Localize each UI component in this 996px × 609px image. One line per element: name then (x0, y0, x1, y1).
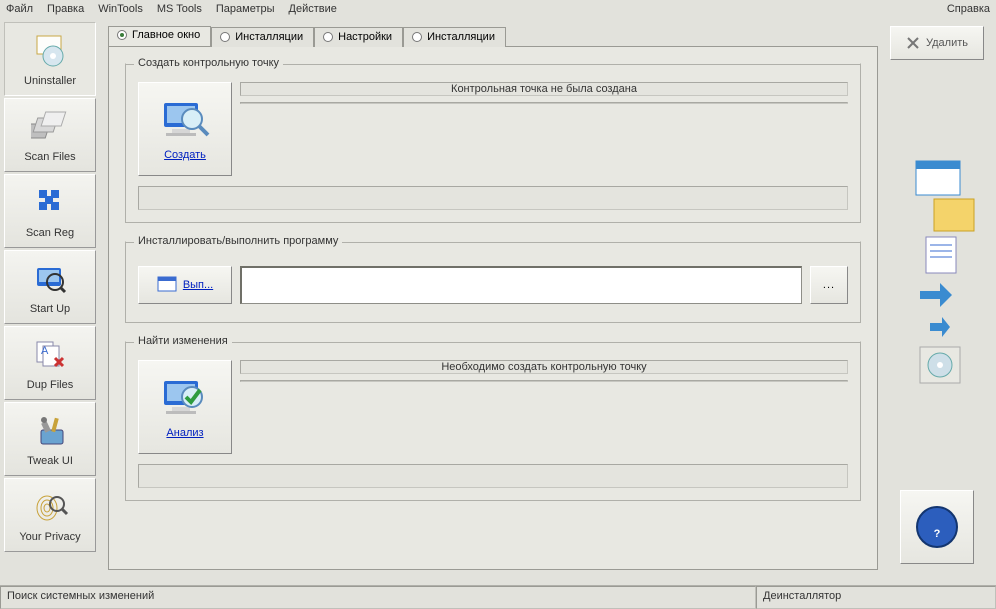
restorepoint-extra (138, 186, 848, 210)
privacy-icon (30, 487, 70, 527)
group-title: Инсталлировать/выполнить программу (134, 235, 342, 247)
sidebar-item-dupfiles[interactable]: A Dup Files (4, 326, 96, 400)
sidebar-label: Dup Files (27, 379, 73, 391)
tab-panel: Создать контрольную точку Создать Контро… (108, 46, 878, 570)
browse-button[interactable]: ... (810, 266, 848, 304)
restorepoint-detail (240, 102, 848, 104)
sidebar-item-tweakui[interactable]: Tweak UI (4, 402, 96, 476)
install-flow-icon (894, 155, 980, 395)
menu-help[interactable]: Справка (947, 3, 990, 15)
sidebar-label: Tweak UI (27, 455, 73, 467)
right-panel: Удалить ? (886, 18, 996, 572)
button-label: Вып... (183, 279, 213, 291)
changes-status: Необходимо создать контрольную точку (240, 360, 848, 374)
tab-install1[interactable]: Инсталляции (211, 27, 314, 47)
status-right: Деинсталлятор (756, 586, 996, 609)
menu-action[interactable]: Действие (289, 3, 337, 15)
sidebar-label: Scan Files (24, 151, 75, 163)
dupfiles-icon: A (30, 335, 70, 375)
tab-main[interactable]: Главное окно (108, 26, 211, 46)
changes-extra (138, 464, 848, 488)
menu-edit[interactable]: Правка (47, 3, 84, 15)
menubar: Файл Правка WinTools MS Tools Параметры … (0, 0, 996, 18)
tab-install2[interactable]: Инсталляции (403, 27, 506, 47)
tab-settings[interactable]: Настройки (314, 27, 403, 47)
sidebar-label: Scan Reg (26, 227, 74, 239)
sidebar-item-privacy[interactable]: Your Privacy (4, 478, 96, 552)
group-install-run: Инсталлировать/выполнить программу Вып..… (125, 241, 861, 323)
tab-label: Инсталляции (427, 31, 495, 43)
sidebar-label: Your Privacy (19, 531, 80, 543)
window-icon (157, 276, 177, 294)
tweakui-icon (30, 411, 70, 451)
help-button[interactable]: ? (900, 490, 974, 564)
startup-icon (30, 259, 70, 299)
sidebar-item-scanreg[interactable]: Scan Reg (4, 174, 96, 248)
delete-button[interactable]: Удалить (890, 26, 984, 60)
group-find-changes: Найти изменения Анализ Необходимо создат… (125, 341, 861, 501)
scanreg-icon (30, 183, 70, 223)
tabs: Главное окно Инсталляции Настройки Инста… (108, 26, 878, 46)
changes-detail (240, 380, 848, 382)
sidebar: Uninstaller Scan Files Scan Reg Start Up… (0, 18, 100, 572)
create-button[interactable]: Создать (138, 82, 232, 176)
sidebar-label: Uninstaller (24, 75, 76, 87)
program-path-input[interactable] (240, 266, 802, 304)
statusbar: Поиск системных изменений Деинсталлятор (0, 585, 996, 609)
help-icon: ? (914, 504, 960, 550)
menu-file[interactable]: Файл (6, 3, 33, 15)
monitor-check-icon (158, 375, 212, 423)
radio-icon (220, 32, 230, 42)
menu-mstools[interactable]: MS Tools (157, 3, 202, 15)
group-title: Найти изменения (134, 335, 232, 347)
group-create-restorepoint: Создать контрольную точку Создать Контро… (125, 63, 861, 223)
sidebar-label: Start Up (30, 303, 70, 315)
svg-text:A: A (41, 345, 49, 357)
status-left: Поиск системных изменений (0, 586, 756, 609)
button-label: Анализ (166, 427, 203, 439)
tab-label: Инсталляции (235, 31, 303, 43)
radio-icon (412, 32, 422, 42)
run-button[interactable]: Вып... (138, 266, 232, 304)
menu-wintools[interactable]: WinTools (98, 3, 143, 15)
decorative-illustration (894, 60, 980, 490)
scanfiles-icon (30, 107, 70, 147)
restorepoint-status: Контрольная точка не была создана (240, 82, 848, 96)
sidebar-item-uninstaller[interactable]: Uninstaller (4, 22, 96, 96)
svg-text:?: ? (934, 528, 941, 540)
analyze-button[interactable]: Анализ (138, 360, 232, 454)
sidebar-item-startup[interactable]: Start Up (4, 250, 96, 324)
button-label: Создать (164, 149, 206, 161)
radio-icon (323, 32, 333, 42)
uninstaller-icon (30, 31, 70, 71)
sidebar-item-scanfiles[interactable]: Scan Files (4, 98, 96, 172)
monitor-magnifier-icon (158, 97, 212, 145)
group-title: Создать контрольную точку (134, 57, 283, 69)
close-icon (906, 36, 920, 50)
tab-label: Настройки (338, 31, 392, 43)
button-label: Удалить (926, 37, 968, 49)
radio-icon (117, 30, 127, 40)
menu-params[interactable]: Параметры (216, 3, 275, 15)
content: Главное окно Инсталляции Настройки Инста… (100, 18, 886, 572)
tab-label: Главное окно (132, 29, 200, 41)
